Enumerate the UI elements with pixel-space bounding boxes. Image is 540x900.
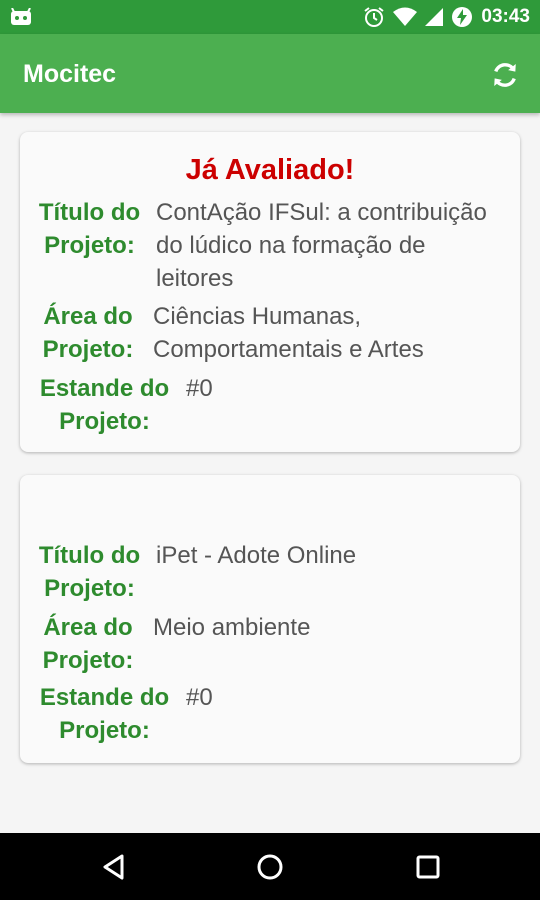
project-stand-value: #0 — [186, 684, 213, 711]
project-title-label: Título do Projeto: — [38, 542, 141, 602]
android-debug-icon — [11, 8, 31, 25]
project-title-value: iPet - Adote Online — [156, 542, 357, 569]
battery-charging-icon — [452, 7, 473, 27]
project-area-label: Área do Projeto: — [42, 303, 134, 363]
project-stand-label: Estande do Projeto: — [39, 375, 170, 435]
navigation-bar — [0, 833, 540, 900]
project-title-value: ContAção IFSul: a contribuição do lúdico… — [156, 199, 487, 292]
app-title: Mocitec — [23, 60, 117, 88]
recents-icon[interactable] — [412, 851, 444, 883]
project-stand-value: #0 — [186, 375, 213, 402]
project-card[interactable]: Título do Projeto: iPet - Adote Online Á… — [20, 475, 520, 763]
project-area-field: Área do Projeto: Meio ambiente — [20, 611, 520, 677]
project-stand-label: Estande do Projeto: — [39, 684, 170, 744]
signal-icon — [425, 8, 444, 26]
project-card[interactable]: Já Avaliado! Título do Projeto: ContAção… — [20, 132, 520, 452]
alarm-icon — [364, 7, 384, 27]
back-icon[interactable] — [98, 851, 130, 883]
home-icon[interactable] — [254, 851, 286, 883]
project-list: Já Avaliado! Título do Projeto: ContAção… — [0, 113, 540, 833]
project-title-field: Título do Projeto: ContAção IFSul: a con… — [20, 196, 520, 295]
clock-time: 03:43 — [481, 6, 530, 27]
project-area-label: Área do Projeto: — [42, 614, 134, 674]
evaluated-status: Já Avaliado! — [185, 154, 355, 186]
project-title-field: Título do Projeto: iPet - Adote Online — [20, 539, 520, 605]
refresh-icon[interactable] — [488, 58, 522, 92]
project-stand-field: Estande do Projeto: #0 — [20, 372, 520, 438]
project-area-field: Área do Projeto: Ciências Humanas, Compo… — [20, 300, 520, 366]
project-title-label: Título do Projeto: — [38, 199, 141, 259]
project-area-value: Ciências Humanas, Comportamentais e Arte… — [153, 303, 424, 363]
app-bar: Mocitec — [0, 34, 540, 113]
project-stand-field: Estande do Projeto: #0 — [20, 681, 520, 747]
wifi-icon — [393, 7, 418, 26]
status-bar: 03:43 — [0, 0, 540, 34]
project-area-value: Meio ambiente — [153, 614, 311, 641]
status-icons: 03:43 — [363, 0, 530, 34]
